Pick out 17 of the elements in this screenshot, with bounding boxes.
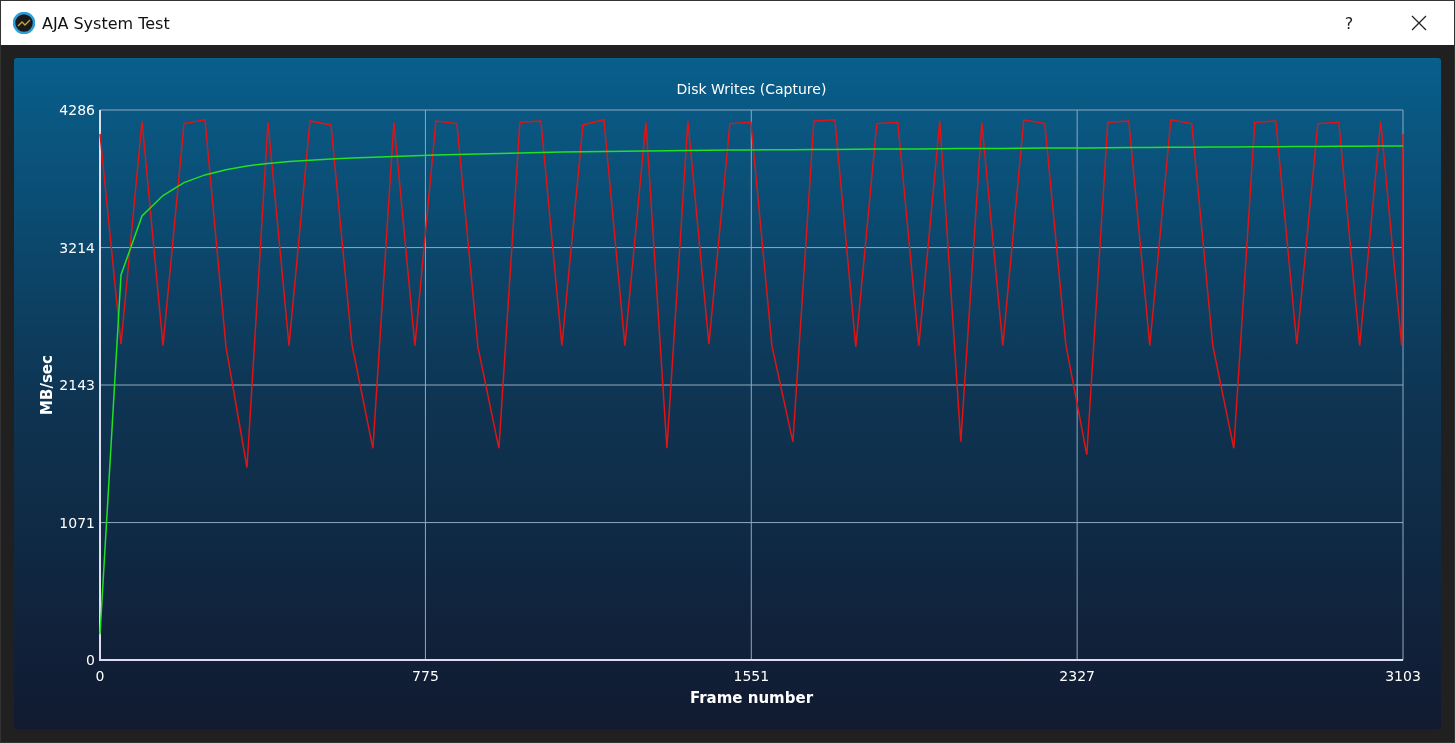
y-axis-title: MB/sec (38, 355, 56, 415)
x-axis-title: Frame number (689, 689, 814, 707)
x-tick-label: 2327 (1059, 668, 1095, 684)
x-tick-label: 1551 (733, 668, 770, 684)
y-tick-label: 4286 (59, 102, 95, 118)
y-tick-label: 2143 (59, 377, 95, 393)
x-tick-label: 3103 (1385, 668, 1421, 684)
window-title: AJA System Test (42, 13, 171, 33)
close-icon (1411, 15, 1427, 31)
y-tick-label: 1071 (59, 514, 95, 531)
y-tick-label: 0 (86, 652, 95, 668)
chart-title: Disk Writes (Capture) (676, 81, 827, 97)
x-tick-label: 0 (95, 668, 105, 684)
y-tick-label: 3214 (59, 239, 95, 256)
app-logo-icon (13, 12, 35, 34)
x-tick-label: 775 (412, 668, 439, 684)
help-button[interactable]: ? (1326, 1, 1372, 45)
